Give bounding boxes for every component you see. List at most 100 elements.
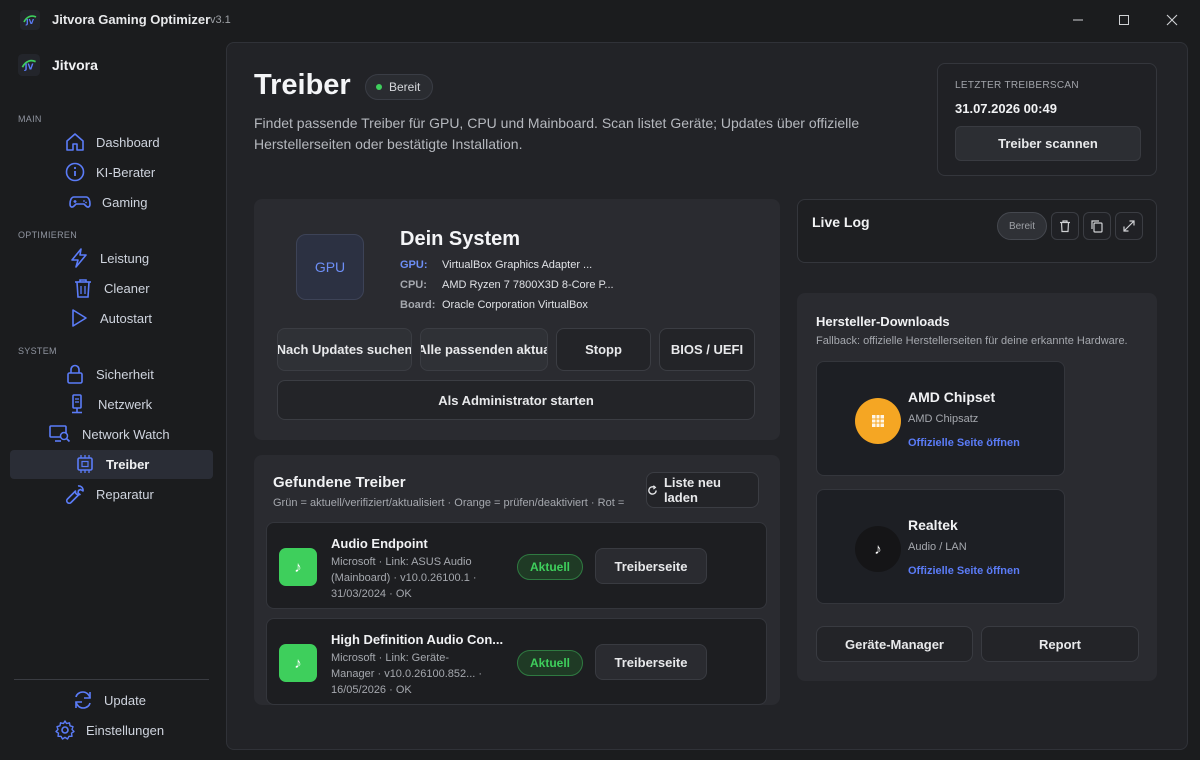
last-scan-card: LETZTER TREIBERSCAN 31.07.2026 00:49 Tre… — [937, 63, 1157, 176]
device-manager-button[interactable]: Geräte-Manager — [816, 626, 973, 662]
system-title: Dein System — [400, 228, 521, 250]
trash-icon — [75, 279, 91, 298]
close-button[interactable] — [1160, 8, 1184, 32]
live-log-status: Bereit — [997, 212, 1047, 240]
sidebar-item-gaming[interactable]: Gaming — [68, 188, 148, 216]
sidebar-item-leistung[interactable]: Leistung — [68, 244, 149, 272]
close-icon — [1166, 14, 1178, 26]
sidebar-item-label: Netzwerk — [98, 396, 153, 412]
last-scan-date: 31.07.2026 00:49 — [955, 101, 1057, 116]
driver-meta: Microsoft · Link: Geräte-Manager · v10.0… — [331, 652, 483, 696]
expand-log-button[interactable] — [1115, 212, 1143, 240]
status-badge-label: Bereit — [389, 80, 421, 94]
manufacturer-item-amd: AMD Chipset AMD Chipsatz Offizielle Seit… — [816, 361, 1065, 476]
home-icon — [66, 133, 84, 151]
music-note-icon: ♪ — [279, 548, 317, 586]
driver-page-button[interactable]: Treiberseite — [595, 548, 707, 584]
sidebar-item-autostart[interactable]: Autostart — [68, 304, 152, 332]
sidebar-item-label: Reparatur — [96, 486, 154, 502]
app-title: Jitvora Gaming Optimizer — [52, 12, 211, 27]
sidebar-item-netzwerk[interactable]: Netzwerk — [66, 390, 152, 418]
sidebar-item-label: Sicherheit — [96, 366, 154, 382]
manufacturer-downloads-subtitle: Fallback: offizielle Herstellerseiten fü… — [816, 335, 1128, 347]
status-dot-icon — [376, 84, 382, 90]
sidebar-brand[interactable]: JV Jitvora — [18, 54, 98, 76]
section-label-optimize: OPTIMIEREN — [18, 230, 78, 240]
sidebar-item-update[interactable]: Update — [72, 686, 146, 714]
title-bar: JV Jitvora Gaming Optimizer v3.1 — [0, 0, 1200, 40]
open-official-page-link[interactable]: Offizielle Seite öffnen — [908, 565, 1020, 577]
search-updates-button[interactable]: Nach Updates suchen — [277, 328, 412, 371]
sidebar-item-label: Treiber — [106, 456, 150, 472]
reload-list-label: Liste neu laden — [663, 475, 722, 505]
open-official-page-link[interactable]: Offizielle Seite öffnen — [908, 437, 1020, 449]
sidebar-item-dashboard[interactable]: Dashboard — [64, 128, 160, 156]
sidebar-item-network-watch[interactable]: Network Watch — [48, 420, 170, 448]
refresh-icon — [648, 484, 657, 495]
driver-name: Audio Endpoint — [331, 536, 428, 551]
svg-text:JV: JV — [25, 18, 35, 26]
sidebar-item-reparatur[interactable]: Reparatur — [64, 480, 154, 508]
found-drivers-card: Gefundene Treiber Grün = aktuell/verifiz… — [254, 455, 780, 705]
system-row-key: GPU: — [400, 259, 428, 271]
sidebar-item-label: Leistung — [100, 250, 150, 266]
page-description: Findet passende Treiber für GPU, CPU und… — [254, 115, 860, 152]
manufacturer-description: AMD Chipsatz — [908, 413, 979, 425]
sidebar: JV Jitvora MAIN Dashboard KI-Berater Gam… — [0, 40, 224, 760]
report-button[interactable]: Report — [981, 626, 1139, 662]
system-row-gpu: GPU: VirtualBox Graphics Adapter ... — [400, 259, 592, 271]
sidebar-item-label: Einstellungen — [86, 722, 165, 738]
svg-text:JV: JV — [24, 62, 34, 71]
sidebar-item-ki-berater[interactable]: KI-Berater — [64, 158, 155, 186]
monitor-search-icon — [49, 425, 71, 443]
sidebar-item-label: Update — [104, 692, 146, 708]
clear-log-button[interactable] — [1051, 212, 1079, 240]
driver-list-item[interactable]: ♪ Audio Endpoint Microsoft · Link: ASUS … — [266, 522, 767, 609]
chip-icon — [855, 398, 901, 444]
update-all-button[interactable]: Alle passenden aktua — [420, 328, 548, 371]
copy-log-button[interactable] — [1083, 212, 1111, 240]
app-version: v3.1 — [210, 14, 231, 26]
chip-icon — [77, 455, 93, 473]
driver-page-button[interactable]: Treiberseite — [595, 644, 707, 680]
scan-drivers-button[interactable]: Treiber scannen — [955, 126, 1141, 161]
manufacturer-downloads-card: Hersteller-Downloads Fallback: offiziell… — [797, 293, 1157, 681]
maximize-button[interactable] — [1112, 8, 1136, 32]
bios-uefi-button[interactable]: BIOS / UEFI — [659, 328, 755, 371]
expand-icon — [1123, 220, 1135, 232]
refresh-icon — [75, 691, 91, 709]
driver-name: High Definition Audio Con... — [331, 632, 504, 647]
minimize-button[interactable] — [1066, 8, 1090, 32]
stop-button[interactable]: Stopp — [556, 328, 651, 371]
copy-icon — [1091, 220, 1103, 233]
system-row-key: CPU: — [400, 279, 427, 291]
lock-icon — [67, 364, 83, 384]
driver-list-item[interactable]: ♪ High Definition Audio Con... Microsoft… — [266, 618, 767, 705]
info-icon — [65, 162, 85, 182]
sidebar-item-cleaner[interactable]: Cleaner — [72, 274, 150, 302]
play-icon — [72, 309, 87, 327]
found-drivers-title: Gefundene Treiber — [273, 474, 406, 491]
main-panel: Treiber Bereit Findet passende Treiber f… — [226, 42, 1188, 750]
found-drivers-legend: Grün = aktuell/verifiziert/aktualisiert … — [273, 497, 625, 509]
manufacturer-downloads-title: Hersteller-Downloads — [816, 314, 950, 329]
driver-meta: Microsoft · Link: ASUS Audio (Mainboard)… — [331, 556, 477, 600]
live-log-title: Live Log — [812, 214, 870, 230]
live-log-card: Live Log Bereit — [797, 199, 1157, 263]
system-row-value: Oracle Corporation VirtualBox — [442, 299, 588, 311]
sidebar-item-label: Network Watch — [82, 426, 170, 442]
run-as-admin-button[interactable]: Als Administrator starten — [277, 380, 755, 420]
trash-icon — [1060, 220, 1070, 233]
sidebar-item-label: Autostart — [100, 310, 153, 326]
lightning-icon — [71, 248, 87, 268]
sidebar-item-sicherheit[interactable]: Sicherheit — [64, 360, 154, 388]
minimize-icon — [1073, 19, 1083, 21]
gamepad-icon — [69, 196, 91, 208]
status-badge: Bereit — [365, 74, 434, 100]
sidebar-item-treiber[interactable]: Treiber — [74, 450, 149, 478]
driver-status-badge: Aktuell — [517, 650, 583, 676]
reload-list-button[interactable]: Liste neu laden — [646, 472, 759, 508]
sidebar-item-einstellungen[interactable]: Einstellungen — [54, 716, 164, 744]
brand-logo-icon: JV — [18, 54, 40, 76]
sidebar-item-label: Gaming — [102, 194, 148, 210]
